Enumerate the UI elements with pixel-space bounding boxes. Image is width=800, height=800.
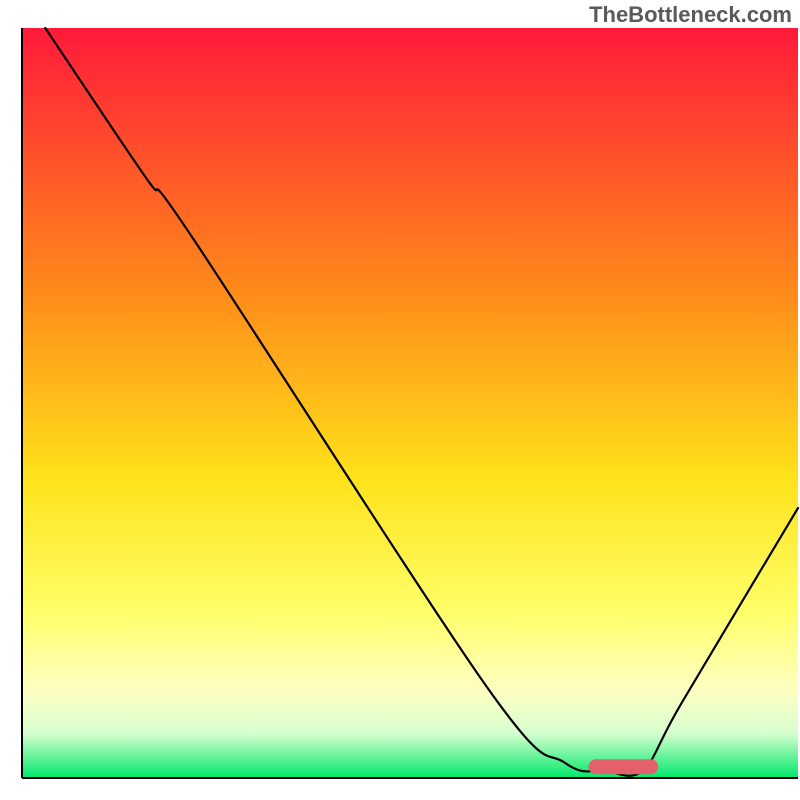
plot-background: [22, 28, 798, 778]
chart-container: TheBottleneck.com: [0, 0, 800, 800]
chart-svg: [0, 0, 800, 800]
optimum-marker: [588, 759, 658, 774]
watermark-text: TheBottleneck.com: [589, 2, 792, 28]
